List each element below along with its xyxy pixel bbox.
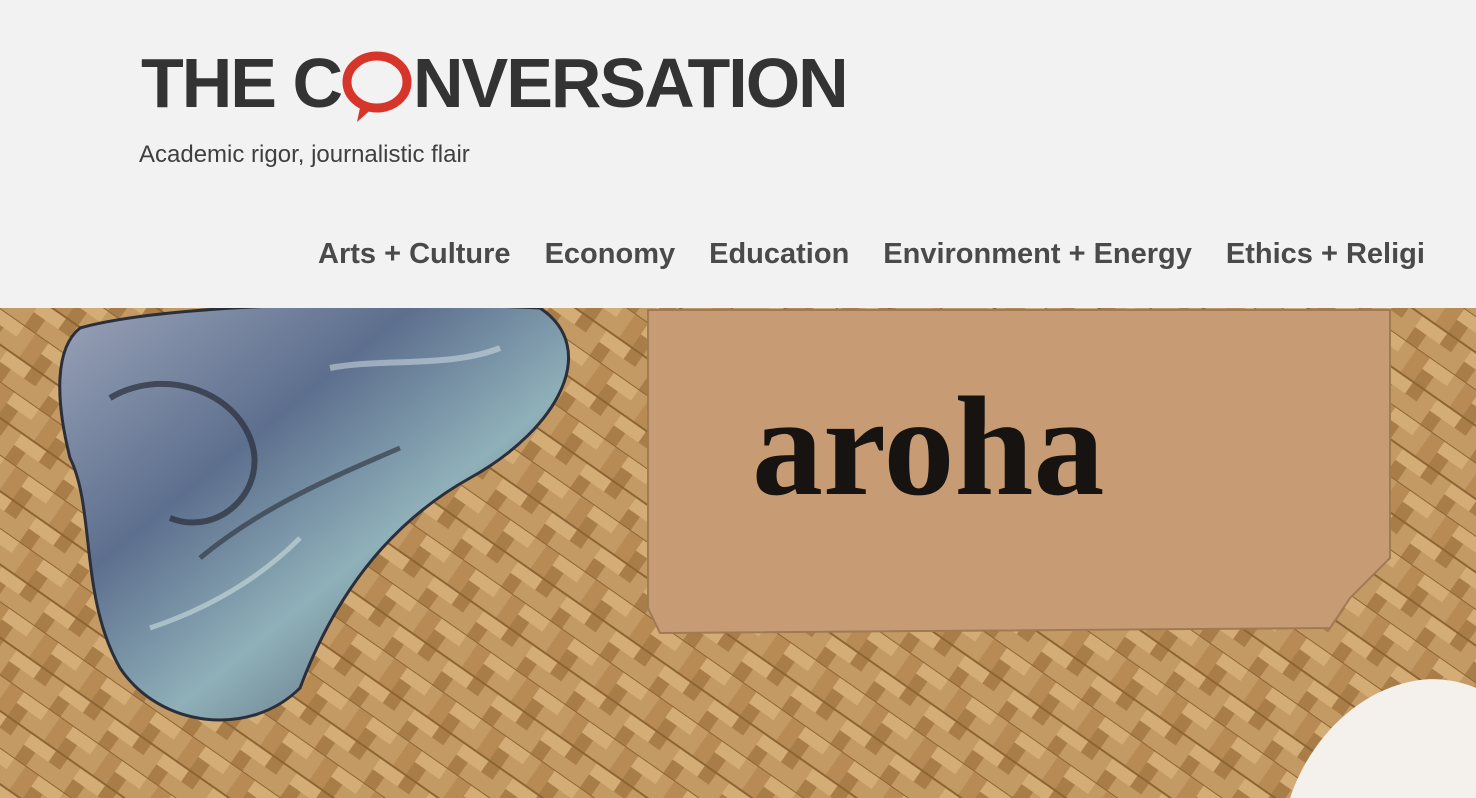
tag-text: aroha <box>752 367 1104 525</box>
hero-image: aroha <box>0 308 1476 798</box>
speech-bubble-icon <box>339 48 415 126</box>
logo-text-left: THE C <box>141 44 343 122</box>
hero-illustration: aroha <box>0 308 1476 798</box>
site-tagline: Academic rigor, journalistic flair <box>139 141 470 168</box>
nav-item-arts-culture[interactable]: Arts + Culture <box>318 238 511 282</box>
logo-text-right: NVERSATION <box>413 44 849 122</box>
nav-item-education[interactable]: Education <box>709 238 849 282</box>
nav-item-environment-energy[interactable]: Environment + Energy <box>883 238 1192 282</box>
nav-item-ethics-religion[interactable]: Ethics + Religi <box>1226 238 1425 282</box>
nav-item-economy[interactable]: Economy <box>545 238 676 282</box>
section-nav: Arts + Culture Economy Education Environ… <box>318 238 1425 282</box>
site-logo[interactable]: THE C NVERSATION <box>141 44 849 122</box>
site-header: THE C NVERSATION Academic rigor, journal… <box>0 0 1476 308</box>
